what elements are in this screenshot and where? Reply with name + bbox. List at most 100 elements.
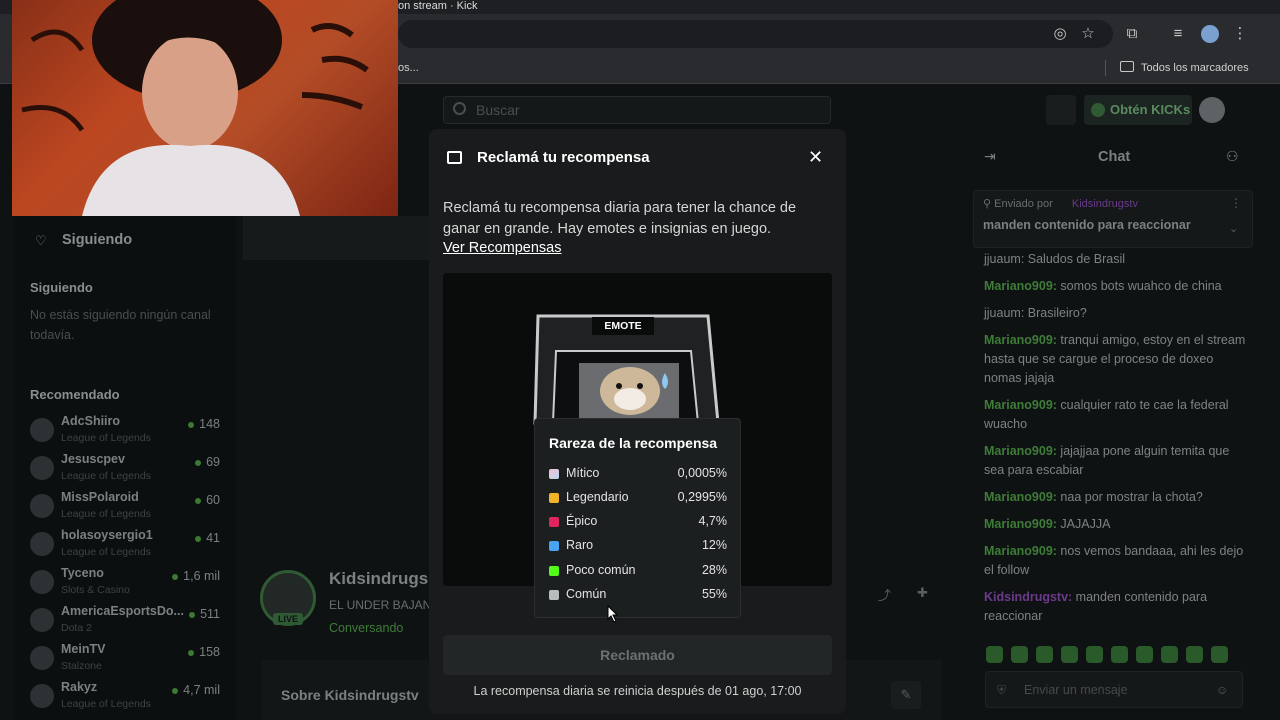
emote-icon[interactable]: [1011, 646, 1028, 663]
edit-icon[interactable]: ✎: [891, 681, 921, 709]
media-icon[interactable]: ≡: [1169, 25, 1187, 43]
chat-messages: jjuaum: Saludos de Brasil Mariano909: so…: [984, 250, 1246, 634]
channel-category: Slots & Casino: [61, 584, 130, 596]
emote-icon[interactable]: [1161, 646, 1178, 663]
claimed-button[interactable]: Reclamado: [443, 635, 832, 675]
avatar: [30, 608, 54, 632]
avatar: [30, 532, 54, 556]
live-badge: LIVE: [273, 613, 304, 625]
channel-name: holasoysergio1: [61, 528, 153, 542]
channel-category: Dota 2: [61, 622, 92, 634]
avatar: [30, 684, 54, 708]
channel-category: League of Legends: [61, 546, 151, 558]
modal-title: Reclamá tu recompensa: [477, 149, 650, 166]
extensions-icon[interactable]: ⧉: [1123, 25, 1141, 43]
sidebar-item-following[interactable]: Siguiendo: [62, 232, 132, 248]
channel-category: Stalzone: [61, 660, 102, 672]
chat-message: Mariano909: nos vemos bandaaa, ahi les d…: [984, 544, 1244, 577]
follow-icon[interactable]: ✚: [917, 585, 928, 601]
emote-icon[interactable]: [986, 646, 1003, 663]
channel-category: League of Legends: [61, 698, 151, 710]
browser-tab-title[interactable]: on stream · Kick: [398, 0, 477, 12]
browse-button[interactable]: [1046, 95, 1076, 125]
avatar: [30, 418, 54, 442]
avatar: [30, 646, 54, 670]
chat-message: Mariano909: somos bots wuahco de china: [984, 279, 1222, 293]
chat-input[interactable]: Enviar un mensaje: [985, 671, 1243, 708]
rarity-row-legendary: Legendario 0,2995%: [549, 490, 727, 508]
about-heading: Sobre Kidsindrugstv: [281, 687, 419, 703]
chat-message: jjuaum: Brasileiro?: [984, 306, 1087, 320]
recommended-channel[interactable]: Jesuscpev League of Legends 69: [30, 452, 222, 490]
channel-category: League of Legends: [61, 508, 151, 520]
reset-note: La recompensa diaria se reinicia después…: [473, 684, 802, 698]
chevron-down-icon[interactable]: ⌄: [1229, 222, 1238, 235]
viewer-count: 69: [195, 455, 220, 469]
channel-name: Jesuscpev: [61, 452, 125, 466]
viewer-count: 1,6 mil: [172, 569, 220, 583]
emote-icon[interactable]: [1211, 646, 1228, 663]
epic-swatch-icon: [549, 517, 559, 527]
search-input[interactable]: Buscar: [443, 96, 831, 124]
address-bar[interactable]: [398, 20, 1113, 48]
rarity-row-epic: Épico 4,7%: [549, 514, 727, 532]
recommended-channel[interactable]: AdcShiiro League of Legends 148: [30, 414, 222, 452]
emote-icon[interactable]: [1036, 646, 1053, 663]
channel-name: MeinTV: [61, 642, 106, 656]
avatar[interactable]: [1199, 97, 1225, 123]
emote-icon[interactable]: [1086, 646, 1103, 663]
emote-icon[interactable]: [1061, 646, 1078, 663]
viewer-count: 148: [188, 417, 220, 431]
channel-name[interactable]: Kidsindrugs: [329, 569, 428, 589]
menu-icon[interactable]: ⋮: [1231, 25, 1249, 43]
recommended-channel[interactable]: Tyceno Slots & Casino 1,6 mil: [30, 566, 222, 604]
share-icon[interactable]: ⤴: [878, 585, 891, 604]
emote-row: [986, 646, 1242, 664]
rarity-title: Rareza de la recompensa: [549, 435, 718, 451]
chat-message: Mariano909: jajajjaa pone alguin temita …: [984, 444, 1230, 477]
emote-icon[interactable]: [1136, 646, 1153, 663]
users-icon[interactable]: ⚇: [1226, 148, 1239, 165]
chat-message: Kidsindrugstv: manden contenido para rea…: [984, 590, 1208, 623]
video-player[interactable]: [243, 216, 429, 260]
legendary-swatch-icon: [549, 493, 559, 503]
uncommon-swatch-icon: [549, 566, 559, 576]
avatar: [30, 494, 54, 518]
kick-coin-icon: [1091, 103, 1105, 117]
channel-name: MissPolaroid: [61, 490, 139, 504]
emote-icon[interactable]: [1111, 646, 1128, 663]
stream-category[interactable]: Conversando: [329, 621, 403, 635]
emote-icon[interactable]: [1186, 646, 1203, 663]
recommended-channel[interactable]: holasoysergio1 League of Legends 41: [30, 528, 222, 566]
chat-message: Mariano909: cualquier rato te cae la fed…: [984, 398, 1229, 431]
star-icon[interactable]: ☆: [1079, 25, 1097, 43]
recommended-channel[interactable]: AmericaEsportsDo... Dota 2 511: [30, 604, 222, 642]
rarity-row-uncommon: Poco común 28%: [549, 563, 727, 581]
collapse-chat-icon[interactable]: ⇥: [984, 148, 996, 165]
viewer-count: 60: [195, 493, 220, 507]
cursor-icon: [607, 605, 619, 623]
common-swatch-icon: [549, 590, 559, 600]
more-options-icon[interactable]: ⋮: [1230, 196, 1242, 210]
channel-category: League of Legends: [61, 432, 151, 444]
recommended-channel[interactable]: Rakyz League of Legends 4,7 mil: [30, 680, 222, 718]
all-bookmarks-link[interactable]: Todos los marcadores: [1141, 62, 1249, 74]
channel-category: League of Legends: [61, 470, 151, 482]
eye-off-icon[interactable]: ◎: [1051, 25, 1069, 43]
mythic-swatch-icon: [549, 469, 559, 479]
chat-message: Mariano909: tranqui amigo, estoy en el s…: [984, 333, 1246, 385]
viewer-count: 41: [195, 531, 220, 545]
channel-name: Rakyz: [61, 680, 98, 694]
close-icon[interactable]: ✕: [808, 147, 823, 168]
profile-icon[interactable]: [1201, 25, 1219, 43]
recommended-channel[interactable]: MissPolaroid League of Legends 60: [30, 490, 222, 528]
avatar: [30, 570, 54, 594]
rare-swatch-icon: [549, 541, 559, 551]
pinned-by: ⚲ Enviado por Kidsindrugstv: [983, 198, 1138, 210]
pin-icon: ⚲: [983, 198, 995, 210]
emoji-icon[interactable]: ☺: [1216, 683, 1228, 697]
view-rewards-link[interactable]: Ver Recompensas: [443, 240, 561, 256]
bookmark-item[interactable]: os...: [398, 62, 419, 74]
emote-label: EMOTE: [592, 317, 654, 335]
recommended-channel[interactable]: MeinTV Stalzone 158: [30, 642, 222, 680]
